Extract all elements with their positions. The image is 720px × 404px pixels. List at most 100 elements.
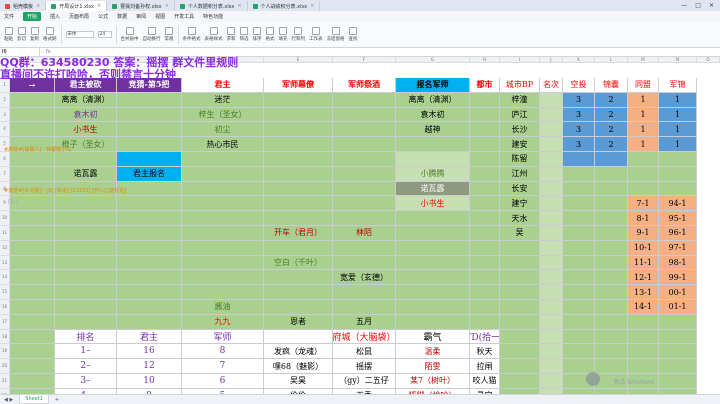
header-cell[interactable]: 君主 (117, 329, 182, 345)
row-header[interactable]: 7 (0, 166, 10, 182)
table-cell[interactable] (396, 314, 470, 330)
row-header[interactable]: 10 (0, 211, 10, 226)
table-cell[interactable] (182, 270, 264, 286)
header-cell[interactable]: TD(拾一) (470, 329, 500, 345)
table-cell[interactable] (333, 211, 396, 226)
table-cell[interactable] (659, 329, 697, 345)
table-cell[interactable] (264, 107, 333, 123)
table-cell[interactable]: 松鼠 (333, 344, 396, 360)
table-cell[interactable] (117, 300, 182, 315)
menu-item[interactable]: 视图 (155, 13, 165, 20)
table-cell[interactable] (10, 314, 55, 330)
table-cell[interactable] (470, 181, 500, 197)
table-cell[interactable] (55, 285, 117, 300)
table-cell[interactable] (264, 196, 333, 212)
header-cell[interactable]: 君主 (182, 78, 264, 93)
table-cell[interactable] (563, 255, 595, 271)
table-cell[interactable]: 2 (595, 92, 628, 108)
table-cell[interactable] (595, 181, 628, 197)
table-cell[interactable]: 咬人猫 (470, 374, 500, 389)
table-cell[interactable]: 宽爱（玄德） (333, 270, 396, 286)
table-cell[interactable]: 10 (117, 374, 182, 389)
table-cell[interactable]: 11-1 (628, 255, 659, 271)
table-cell[interactable]: 陈留 (500, 152, 540, 167)
table-cell[interactable] (182, 285, 264, 300)
table-cell[interactable] (117, 240, 182, 256)
table-style-button[interactable]: 表格样式 (205, 27, 223, 42)
table-cell[interactable] (563, 285, 595, 300)
table-cell[interactable] (117, 196, 182, 212)
table-cell[interactable] (470, 300, 500, 315)
table-cell[interactable] (659, 344, 697, 360)
table-cell[interactable] (563, 152, 595, 167)
table-cell[interactable] (540, 196, 563, 212)
header-cell[interactable]: 空投 (563, 78, 595, 93)
table-cell[interactable] (628, 314, 659, 330)
table-cell[interactable]: 1 (628, 92, 659, 108)
table-cell[interactable] (470, 166, 500, 182)
table-cell[interactable]: 10-1 (628, 240, 659, 256)
table-cell[interactable] (10, 226, 55, 241)
table-cell[interactable]: 2 (595, 122, 628, 138)
table-cell[interactable] (10, 359, 55, 374)
table-cell[interactable] (55, 152, 117, 167)
table-cell[interactable] (396, 152, 470, 167)
menu-item[interactable]: 数据 (117, 13, 127, 20)
table-cell[interactable]: 摇摆 (333, 359, 396, 374)
window-tab[interactable]: 个人数据积分表.xlsx × (175, 1, 248, 11)
table-cell[interactable] (117, 181, 182, 197)
table-cell[interactable] (595, 270, 628, 286)
table-cell[interactable] (117, 92, 182, 108)
window-tab[interactable]: 曹操刘备孙权.xlsx × (107, 1, 175, 11)
table-cell[interactable]: 3 (563, 107, 595, 123)
table-cell[interactable] (628, 166, 659, 182)
row-header[interactable]: 3 (0, 107, 10, 123)
table-cell[interactable]: 江州 (500, 166, 540, 182)
row-header[interactable]: 18 (0, 329, 10, 345)
table-cell[interactable] (55, 255, 117, 271)
table-cell[interactable] (659, 152, 697, 167)
table-cell[interactable] (595, 196, 628, 212)
table-cell[interactable] (264, 240, 333, 256)
table-cell[interactable] (182, 181, 264, 197)
table-cell[interactable] (470, 196, 500, 212)
table-cell[interactable] (470, 92, 500, 108)
table-cell[interactable] (563, 329, 595, 345)
table-cell[interactable]: 94-1 (659, 196, 697, 212)
table-cell[interactable]: 梓生（圣女） (182, 107, 264, 123)
table-cell[interactable]: 诺瓦露 (396, 181, 470, 197)
table-cell[interactable] (264, 152, 333, 167)
table-cell[interactable]: 96-1 (659, 226, 697, 241)
table-cell[interactable] (333, 300, 396, 315)
column-header[interactable]: N (659, 57, 697, 63)
table-cell[interactable] (264, 92, 333, 108)
menu-item[interactable]: 审阅 (136, 13, 146, 20)
table-cell[interactable]: 建安 (500, 137, 540, 152)
table-cell[interactable] (595, 329, 628, 345)
table-cell[interactable] (182, 196, 264, 212)
table-cell[interactable] (500, 329, 540, 345)
table-cell[interactable] (500, 374, 540, 389)
table-cell[interactable] (264, 329, 333, 345)
row-header[interactable]: 13 (0, 255, 10, 271)
row-header[interactable]: 6 (0, 152, 10, 167)
table-cell[interactable]: 庐江 (500, 107, 540, 123)
paste-button[interactable]: 粘贴 (4, 27, 13, 42)
table-cell[interactable] (540, 240, 563, 256)
header-cell[interactable]: 同盟 (628, 78, 659, 93)
table-cell[interactable]: 16 (117, 344, 182, 360)
table-cell[interactable] (333, 122, 396, 138)
table-cell[interactable] (595, 240, 628, 256)
table-cell[interactable]: 1 (628, 137, 659, 152)
table-cell[interactable] (264, 285, 333, 300)
table-cell[interactable] (470, 226, 500, 241)
menu-item[interactable]: 开始 (23, 12, 42, 21)
table-cell[interactable] (540, 226, 563, 241)
table-cell[interactable] (540, 344, 563, 360)
table-cell[interactable]: 6 (182, 374, 264, 389)
row-header[interactable]: 14 (0, 270, 10, 286)
table-cell[interactable] (540, 359, 563, 374)
table-cell[interactable] (470, 152, 500, 167)
sheet-tab-sheet1[interactable]: Sheet1 (19, 395, 49, 404)
table-cell[interactable] (595, 344, 628, 360)
